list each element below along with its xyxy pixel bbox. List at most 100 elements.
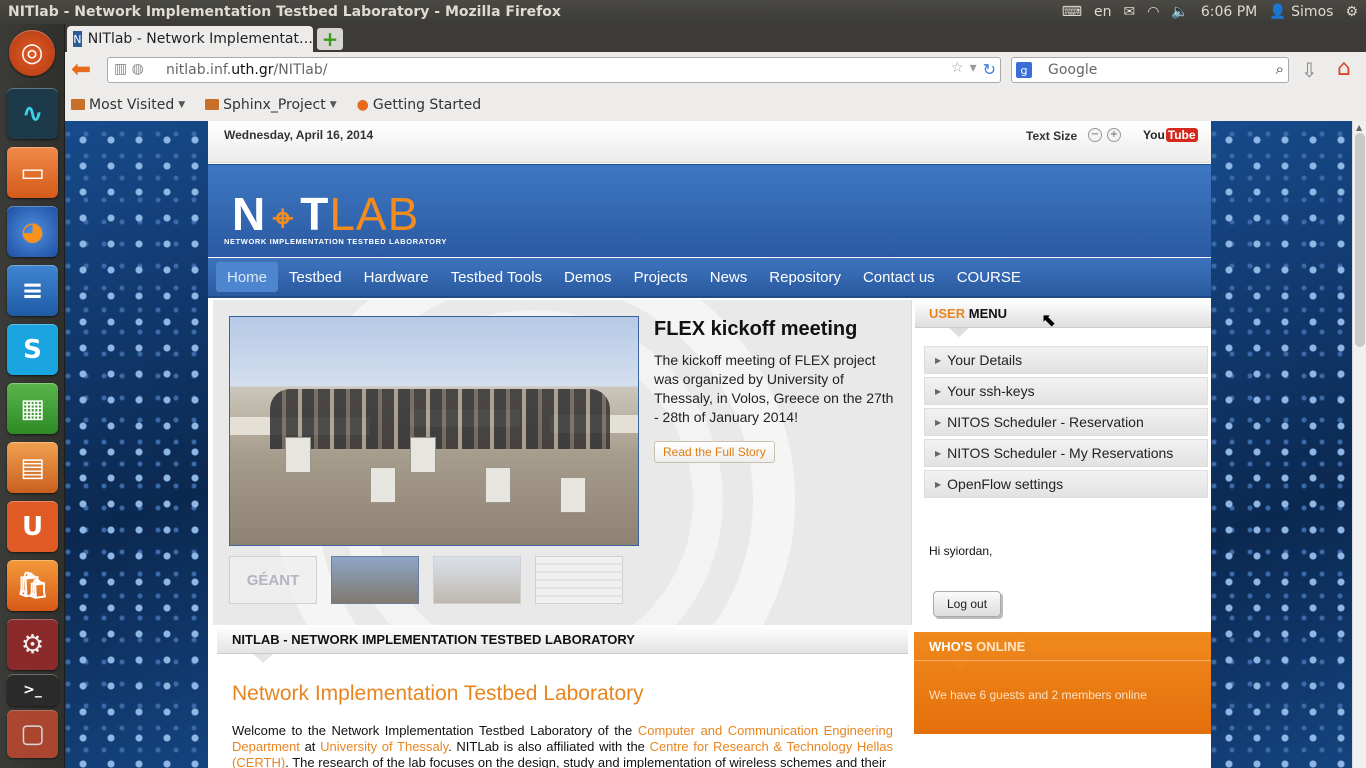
url-bar[interactable]: ▥ ◍ nitlab.inf. uth.gr/NITlab/ ☆ ▾ ↻ xyxy=(107,57,1001,83)
menu-item-projects[interactable]: Projects xyxy=(623,262,699,292)
site-identity-icon[interactable]: ▥ ◍ xyxy=(114,61,144,77)
search-icon[interactable]: ⌕ xyxy=(1276,60,1284,78)
bookmark-sphinx-project[interactable]: Sphinx_Project ▼ xyxy=(205,97,337,113)
triangle-right-icon: ▶ xyxy=(935,448,942,458)
user-menu-label: Your Details xyxy=(947,352,1023,368)
slide-title[interactable]: FLEX kickoff meeting xyxy=(654,318,857,341)
slide-thumbnail-4[interactable] xyxy=(535,556,623,604)
search-bar[interactable]: g Google ⌕ xyxy=(1011,57,1289,83)
scroll-up-icon[interactable]: ▲ xyxy=(1356,123,1362,132)
url-domain: uth.gr xyxy=(231,62,274,78)
system-monitor-icon[interactable]: ∿ xyxy=(7,88,58,139)
tab-title: NITlab - Network Implementat… xyxy=(87,31,313,47)
user-menu-title-rest: MENU xyxy=(965,306,1008,321)
read-full-story-button[interactable]: Read the Full Story xyxy=(654,441,775,463)
user-icon: 👤 xyxy=(1269,4,1287,20)
article-text: Welcome to the Network Implementation Te… xyxy=(232,723,638,738)
section-title-bar: NITLAB - NETWORK IMPLEMENTATION TESTBED … xyxy=(217,626,908,654)
triangle-right-icon: ▶ xyxy=(935,417,942,427)
photo-equipment xyxy=(285,437,311,473)
menu-item-testbed[interactable]: Testbed xyxy=(278,262,353,292)
triangle-right-icon: ▶ xyxy=(935,355,942,365)
user-menu-openflow-settings[interactable]: ▶ OpenFlow settings xyxy=(924,470,1208,498)
menu-item-course[interactable]: COURSE xyxy=(946,262,1032,292)
text-size-decrease-button[interactable]: − xyxy=(1088,128,1102,142)
system-settings-icon[interactable]: ⚙ xyxy=(7,619,58,670)
news-slider: FLEX kickoff meeting The kickoff meeting… xyxy=(213,300,912,625)
user-menu-scheduler-reservation[interactable]: ▶ NITOS Scheduler - Reservation xyxy=(924,408,1208,436)
site-header: N ⌖ TLAB NETWORK IMPLEMENTATION TESTBED LA… xyxy=(208,164,1211,257)
nitlab-logo[interactable]: N ⌖ TLAB xyxy=(232,187,419,241)
bookmark-label: Sphinx_Project xyxy=(223,96,326,113)
user-menu-label: OpenFlow settings xyxy=(947,476,1064,492)
impress-icon[interactable]: ▤ xyxy=(7,442,58,493)
keyboard-icon[interactable]: ⌨ xyxy=(1062,4,1082,20)
tab-strip: N NITlab - Network Implementat… + xyxy=(65,24,1366,52)
ubuntu-dash-icon[interactable]: ◎ xyxy=(9,30,55,76)
menu-item-repository[interactable]: Repository xyxy=(758,262,852,292)
slide-thumbnail-1[interactable]: GÉANT xyxy=(229,556,317,604)
circuit-background-left xyxy=(65,121,208,768)
language-indicator[interactable]: en xyxy=(1094,4,1112,20)
bookmark-getting-started[interactable]: ● Getting Started xyxy=(357,97,481,113)
session-gear-icon[interactable]: ⚙ xyxy=(1345,4,1358,20)
software-center-icon[interactable]: 🛍 xyxy=(7,560,58,611)
terminal-icon[interactable]: >_ xyxy=(7,674,58,706)
photo-people xyxy=(270,389,610,449)
clock[interactable]: 6:06 PM xyxy=(1201,4,1257,20)
chevron-down-icon: ▼ xyxy=(329,99,337,110)
scrollbar-thumb[interactable] xyxy=(1355,133,1365,347)
menu-item-contact-us[interactable]: Contact us xyxy=(852,262,946,292)
history-dropdown-icon[interactable]: ▾ xyxy=(970,60,977,79)
slide-thumbnail-3[interactable] xyxy=(433,556,521,604)
user-menu-ssh-keys[interactable]: ▶ Your ssh-keys xyxy=(924,377,1208,405)
skype-icon[interactable]: S xyxy=(7,324,58,375)
home-icon[interactable]: ⌂ xyxy=(1337,56,1351,81)
menu-item-testbed-tools[interactable]: Testbed Tools xyxy=(440,262,553,292)
reload-icon[interactable]: ↻ xyxy=(983,60,996,79)
menu-item-demos[interactable]: Demos xyxy=(553,262,623,292)
bookmark-most-visited[interactable]: Most Visited ▼ xyxy=(71,97,185,113)
calc-icon[interactable]: ▦ xyxy=(7,383,58,434)
menu-item-news[interactable]: News xyxy=(699,262,759,292)
slide-thumbnail-2[interactable] xyxy=(331,556,419,604)
link-university[interactable]: University of Thessaly xyxy=(320,739,448,754)
article-text: . The research of the lab focuses on the… xyxy=(285,755,887,768)
page-scrollbar[interactable]: ▲ xyxy=(1352,121,1366,768)
mouse-cursor-icon: ⬉ xyxy=(1041,310,1057,331)
user-menu[interactable]: 👤 Simos xyxy=(1269,4,1333,20)
url-suffix: /NITlab/ xyxy=(273,62,328,78)
volume-icon[interactable]: 🔈 xyxy=(1171,4,1188,20)
files-icon[interactable]: ▭ xyxy=(7,147,58,198)
wifi-icon[interactable]: ◠ xyxy=(1147,4,1159,20)
tab-nitlab[interactable]: N NITlab - Network Implementat… xyxy=(67,26,313,52)
section-title: NITLAB - NETWORK IMPLEMENTATION TESTBED … xyxy=(232,632,635,647)
downloads-icon[interactable]: ⇩ xyxy=(1301,58,1318,82)
new-tab-button[interactable]: + xyxy=(317,27,343,51)
mail-icon[interactable]: ✉ xyxy=(1123,4,1135,20)
menu-item-home[interactable]: Home xyxy=(216,262,279,292)
workspaces-icon[interactable]: ▢ xyxy=(7,710,58,758)
user-name: Simos xyxy=(1291,4,1334,20)
logo-lab: LAB xyxy=(329,188,420,240)
logo-n: N xyxy=(232,188,267,240)
youtube-link[interactable]: You Tube xyxy=(1143,128,1198,142)
search-placeholder: Google xyxy=(1048,62,1098,78)
user-menu-scheduler-my-reservations[interactable]: ▶ NITOS Scheduler - My Reservations xyxy=(924,439,1208,467)
bookmarks-toolbar: Most Visited ▼ Sphinx_Project ▼ ● Getting S… xyxy=(65,88,1366,121)
back-arrow-icon[interactable]: ⬅ xyxy=(71,57,97,82)
bookmark-star-icon[interactable]: ☆ xyxy=(951,60,964,79)
user-menu-your-details[interactable]: ▶ Your Details xyxy=(924,346,1208,374)
google-engine-icon[interactable]: g xyxy=(1016,62,1032,78)
section-notch xyxy=(253,654,273,663)
unity-launcher: ◎ ∿ ▭ ◕ ≡ S ▦ ▤ U 🛍 ⚙ >_ ▢ xyxy=(0,24,65,768)
text-size-increase-button[interactable]: + xyxy=(1107,128,1121,142)
slide-photo[interactable] xyxy=(229,316,639,546)
writer-icon[interactable]: ≡ xyxy=(7,265,58,316)
firefox-icon[interactable]: ◕ xyxy=(7,206,58,257)
menu-item-hardware[interactable]: Hardware xyxy=(353,262,440,292)
logout-button[interactable]: Log out xyxy=(933,591,1002,617)
article-text: . NITLab is also affiliated with the xyxy=(448,739,650,754)
whos-online-text: We have 6 guests and 2 members online xyxy=(929,688,1147,702)
ubuntu-one-icon[interactable]: U xyxy=(7,501,58,552)
